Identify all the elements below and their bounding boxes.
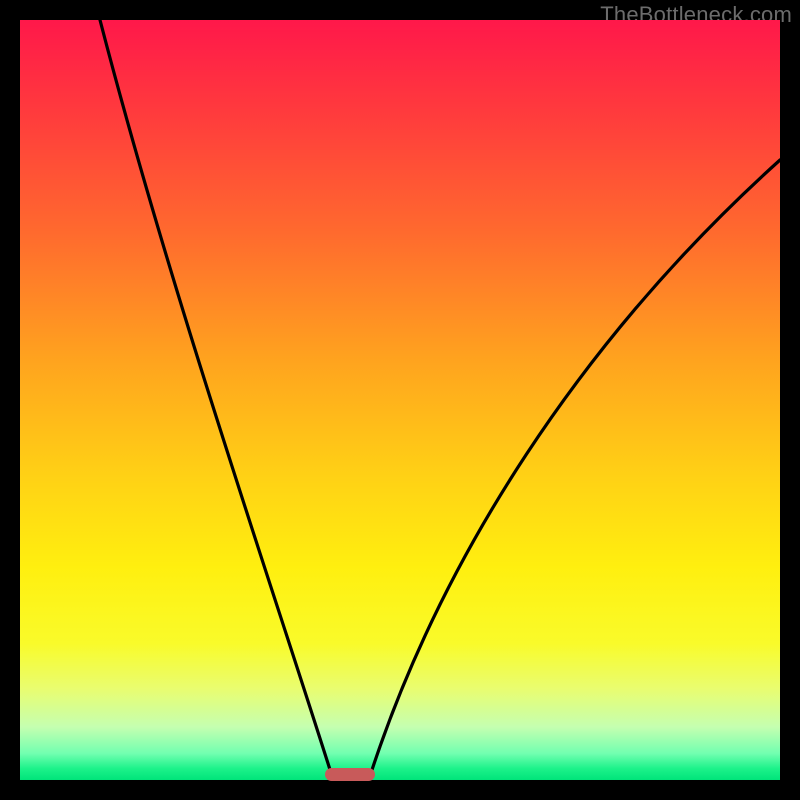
curve-left bbox=[100, 20, 332, 776]
optimal-marker bbox=[325, 768, 375, 781]
bottleneck-curve bbox=[20, 20, 780, 780]
curve-right bbox=[370, 160, 780, 776]
chart-plot-area bbox=[20, 20, 780, 780]
